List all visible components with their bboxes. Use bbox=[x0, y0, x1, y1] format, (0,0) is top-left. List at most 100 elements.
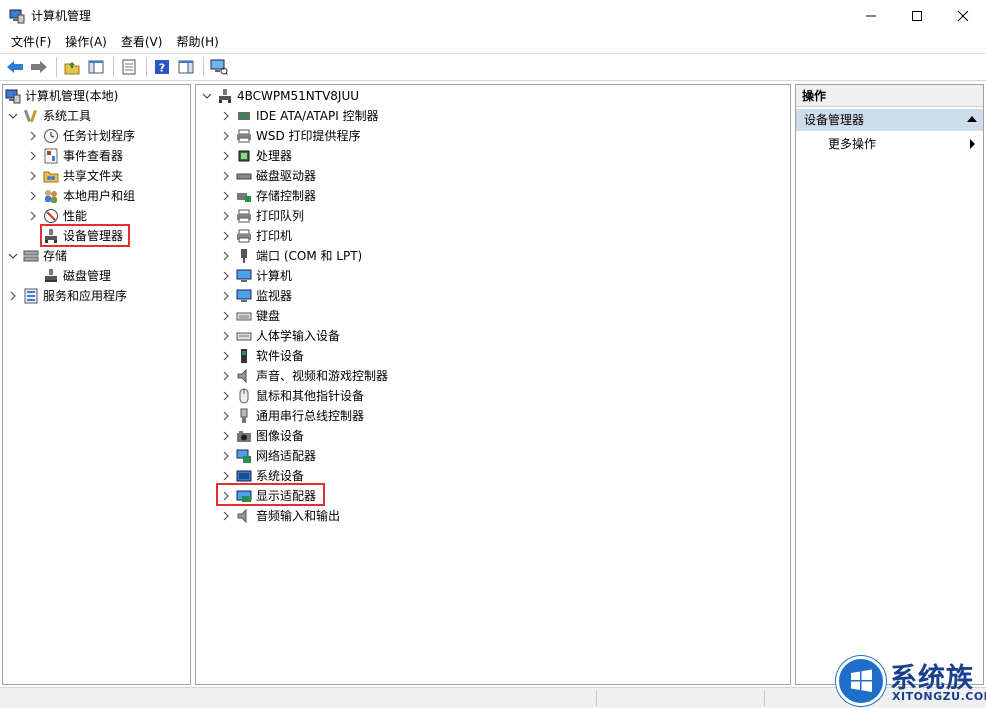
tree-event-viewer[interactable]: 事件查看器 bbox=[27, 146, 123, 166]
menu-action[interactable]: 操作(A) bbox=[58, 31, 114, 53]
tree-disk-management[interactable]: 磁盘管理 bbox=[43, 266, 111, 286]
menu-file[interactable]: 文件(F) bbox=[4, 31, 58, 53]
tree-root[interactable]: 计算机管理(本地) bbox=[5, 86, 118, 106]
hid-icon bbox=[236, 328, 252, 344]
chevron-right-icon[interactable] bbox=[220, 446, 232, 466]
usb-icon bbox=[236, 408, 252, 424]
device-category-imaging-device[interactable]: 图像设备 bbox=[220, 426, 304, 446]
device-category-printer-provider[interactable]: WSD 打印提供程序 bbox=[220, 126, 361, 146]
chevron-right-icon[interactable] bbox=[220, 506, 232, 526]
clock-icon bbox=[43, 128, 59, 144]
device-category-disk-drive[interactable]: 磁盘驱动器 bbox=[220, 166, 316, 186]
chevron-right-icon[interactable] bbox=[220, 266, 232, 286]
status-cell bbox=[596, 690, 597, 707]
tree-performance[interactable]: 性能 bbox=[27, 206, 87, 226]
device-category-computer[interactable]: 计算机 bbox=[220, 266, 292, 286]
chevron-right-icon[interactable] bbox=[220, 186, 232, 206]
toolbar-separator bbox=[146, 57, 147, 77]
help-icon[interactable]: ? bbox=[151, 56, 173, 78]
tree-local-users-groups[interactable]: 本地用户和组 bbox=[27, 186, 135, 206]
device-category-port[interactable]: 端口 (COM 和 LPT) bbox=[220, 246, 362, 266]
device-category-keyboard[interactable]: 键盘 bbox=[220, 306, 280, 326]
chevron-right-icon[interactable] bbox=[220, 226, 232, 246]
tools-icon bbox=[23, 108, 39, 124]
chevron-right-icon[interactable] bbox=[220, 246, 232, 266]
actions-section-device-manager[interactable]: 设备管理器 bbox=[796, 109, 983, 131]
scan-hardware-icon[interactable] bbox=[208, 56, 230, 78]
action-pane-icon[interactable] bbox=[175, 56, 197, 78]
device-category-label: 计算机 bbox=[256, 269, 293, 283]
network-adapter-icon bbox=[236, 448, 252, 464]
tree-system-tools[interactable]: 系统工具 bbox=[7, 106, 91, 126]
chevron-right-icon[interactable] bbox=[27, 166, 39, 186]
tree-performance-label: 性能 bbox=[63, 209, 88, 223]
chevron-right-icon[interactable] bbox=[220, 386, 232, 406]
chevron-right-icon[interactable] bbox=[220, 306, 232, 326]
chevron-down-icon[interactable] bbox=[7, 246, 19, 266]
chevron-right-icon[interactable] bbox=[220, 106, 232, 126]
chevron-right-icon[interactable] bbox=[27, 146, 39, 166]
device-category-sound[interactable]: 声音、视频和游戏控制器 bbox=[220, 366, 388, 386]
chevron-right-icon[interactable] bbox=[220, 326, 232, 346]
device-category-ide-controller[interactable]: IDE ATA/ATAPI 控制器 bbox=[220, 106, 379, 126]
up-folder-icon[interactable] bbox=[61, 56, 83, 78]
chevron-right-icon[interactable] bbox=[220, 406, 232, 426]
tree-shared-folders[interactable]: 共享文件夹 bbox=[27, 166, 123, 186]
device-category-label: 软件设备 bbox=[256, 349, 305, 363]
submenu-arrow-icon bbox=[970, 139, 975, 149]
tree-disk-management-label: 磁盘管理 bbox=[63, 269, 112, 283]
chevron-right-icon[interactable] bbox=[220, 286, 232, 306]
chevron-down-icon[interactable] bbox=[201, 86, 213, 106]
chevron-right-icon[interactable] bbox=[220, 126, 232, 146]
toolbar-separator bbox=[113, 57, 114, 77]
computer-management-icon bbox=[5, 88, 21, 104]
show-hide-tree-icon[interactable] bbox=[85, 56, 107, 78]
back-button[interactable] bbox=[4, 56, 26, 78]
device-tree-root[interactable]: 4BCWPM51NTV8JUU bbox=[201, 86, 359, 106]
device-category-mouse[interactable]: 鼠标和其他指针设备 bbox=[220, 386, 364, 406]
sound-icon bbox=[236, 368, 252, 384]
device-category-label: 磁盘驱动器 bbox=[256, 169, 317, 183]
device-category-print-queue[interactable]: 打印队列 bbox=[220, 206, 304, 226]
menu-view[interactable]: 查看(V) bbox=[114, 31, 170, 53]
console-tree: 计算机管理(本地) 系统工具 任务计划程序 事件查看器 共享文件夹 本地用户和组… bbox=[2, 84, 191, 685]
device-category-audio-io[interactable]: 音频输入和输出 bbox=[220, 506, 340, 526]
device-category-storage-controller[interactable]: 存储控制器 bbox=[220, 186, 316, 206]
chevron-right-icon[interactable] bbox=[220, 346, 232, 366]
device-category-monitor[interactable]: 监视器 bbox=[220, 286, 292, 306]
chevron-right-icon[interactable] bbox=[220, 426, 232, 446]
close-button[interactable] bbox=[940, 0, 986, 31]
menu-help[interactable]: 帮助(H) bbox=[169, 31, 225, 53]
minimize-button[interactable] bbox=[848, 0, 894, 31]
tree-task-scheduler[interactable]: 任务计划程序 bbox=[27, 126, 135, 146]
properties-icon[interactable] bbox=[118, 56, 140, 78]
chevron-right-icon[interactable] bbox=[27, 186, 39, 206]
device-category-printer[interactable]: 打印机 bbox=[220, 226, 292, 246]
chevron-down-icon[interactable] bbox=[7, 106, 19, 126]
chevron-right-icon[interactable] bbox=[27, 126, 39, 146]
chevron-right-icon[interactable] bbox=[220, 366, 232, 386]
tree-storage[interactable]: 存储 bbox=[7, 246, 67, 266]
device-category-hid[interactable]: 人体学输入设备 bbox=[220, 326, 340, 346]
forward-button[interactable] bbox=[28, 56, 50, 78]
device-category-network-adapter[interactable]: 网络适配器 bbox=[220, 446, 316, 466]
tree-services-apps[interactable]: 服务和应用程序 bbox=[7, 286, 127, 306]
window-title: 计算机管理 bbox=[31, 9, 92, 23]
device-category-software-device[interactable]: 软件设备 bbox=[220, 346, 304, 366]
device-category-label: 人体学输入设备 bbox=[256, 329, 341, 343]
more-actions-item[interactable]: 更多操作 bbox=[796, 133, 983, 155]
maximize-button[interactable] bbox=[894, 0, 940, 31]
chevron-right-icon[interactable] bbox=[220, 166, 232, 186]
chevron-right-icon[interactable] bbox=[220, 206, 232, 226]
chevron-right-icon[interactable] bbox=[220, 146, 232, 166]
disk-drive-icon bbox=[236, 168, 252, 184]
device-category-label: 声音、视频和游戏控制器 bbox=[256, 369, 389, 383]
device-category-usb[interactable]: 通用串行总线控制器 bbox=[220, 406, 364, 426]
chevron-right-icon[interactable] bbox=[7, 286, 19, 306]
collapse-triangle-icon[interactable] bbox=[967, 116, 977, 122]
disk-management-icon bbox=[43, 268, 59, 284]
device-category-processor[interactable]: 处理器 bbox=[220, 146, 292, 166]
chevron-right-icon[interactable] bbox=[27, 206, 39, 226]
tree-services-apps-label: 服务和应用程序 bbox=[43, 289, 128, 303]
toolbar: ? bbox=[0, 53, 986, 81]
